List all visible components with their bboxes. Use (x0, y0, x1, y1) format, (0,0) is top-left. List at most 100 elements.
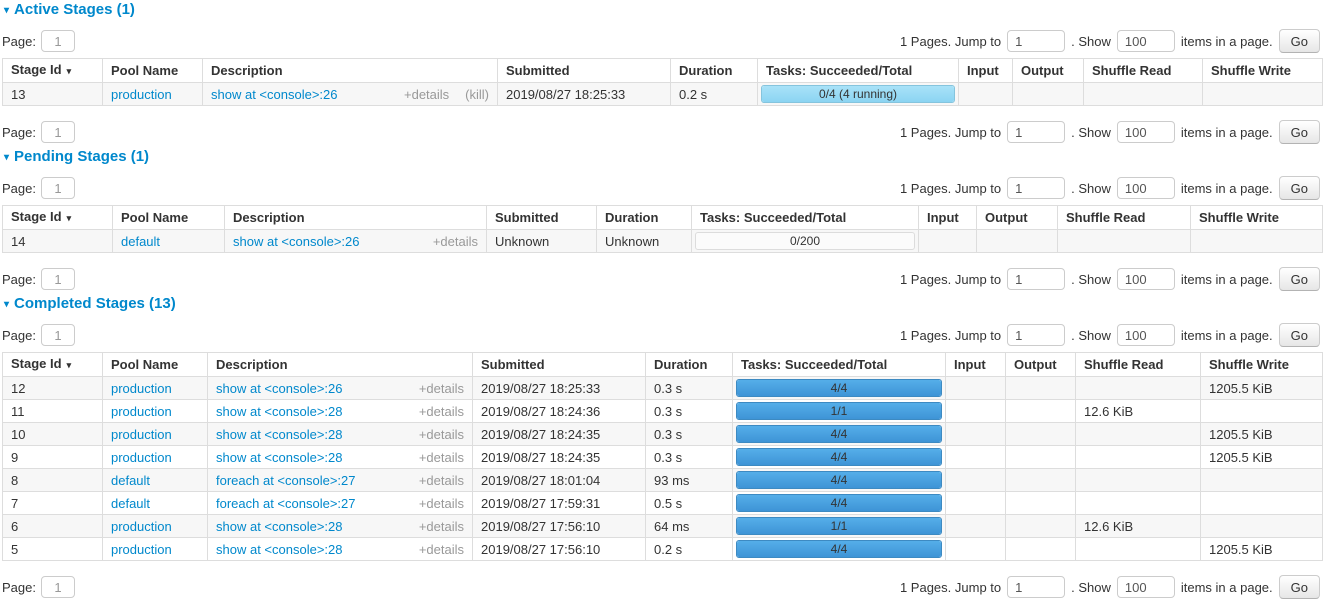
column-header-4[interactable]: Duration (597, 206, 692, 230)
page-number-input[interactable] (41, 268, 75, 290)
shuffle-write-cell: 1205.5 KiB (1201, 446, 1323, 469)
show-items-input[interactable] (1117, 177, 1175, 199)
description-link[interactable]: foreach at <console>:27 (216, 473, 356, 488)
column-header-5[interactable]: Tasks: Succeeded/Total (758, 59, 959, 83)
pool-name-link[interactable]: production (111, 87, 172, 102)
details-toggle[interactable]: +details (419, 496, 464, 511)
column-header-5[interactable]: Tasks: Succeeded/Total (692, 206, 919, 230)
description-link[interactable]: show at <console>:28 (216, 519, 342, 534)
description-link[interactable]: show at <console>:26 (216, 381, 342, 396)
pool-name-link[interactable]: production (111, 381, 172, 396)
go-button[interactable]: Go (1279, 120, 1320, 144)
output-cell (1006, 492, 1076, 515)
jump-to-page-input[interactable] (1007, 30, 1065, 52)
column-header-6[interactable]: Input (946, 353, 1006, 377)
jump-to-page-input[interactable] (1007, 177, 1065, 199)
column-header-7[interactable]: Output (977, 206, 1058, 230)
column-header-7[interactable]: Output (1006, 353, 1076, 377)
page-number-input[interactable] (41, 576, 75, 598)
description-link[interactable]: show at <console>:28 (216, 427, 342, 442)
column-header-8[interactable]: Shuffle Read (1058, 206, 1191, 230)
pool-name-link[interactable]: production (111, 404, 172, 419)
column-header-8[interactable]: Shuffle Read (1084, 59, 1203, 83)
go-button[interactable]: Go (1279, 267, 1320, 291)
shuffle-write-cell (1201, 515, 1323, 538)
page-number-input[interactable] (41, 30, 75, 52)
details-toggle[interactable]: +details (433, 234, 478, 249)
jump-to-page-input[interactable] (1007, 268, 1065, 290)
description-link[interactable]: show at <console>:28 (216, 404, 342, 419)
pool-name-link[interactable]: production (111, 450, 172, 465)
description-link[interactable]: show at <console>:28 (216, 542, 342, 557)
page-number-input[interactable] (41, 177, 75, 199)
kill-link[interactable]: (kill) (465, 87, 489, 102)
go-button[interactable]: Go (1279, 323, 1320, 347)
collapse-arrow-icon[interactable]: ▾ (4, 152, 9, 163)
input-cell (946, 400, 1006, 423)
pages-jump-label: 1 Pages. Jump to (900, 125, 1001, 140)
pool-name-link[interactable]: default (121, 234, 160, 249)
column-header-6[interactable]: Input (959, 59, 1013, 83)
column-header-9[interactable]: Shuffle Write (1191, 206, 1323, 230)
section-title-link[interactable]: Completed Stages (13) (14, 295, 176, 312)
pool-name-link[interactable]: default (111, 496, 150, 511)
section-title-link[interactable]: Active Stages (1) (14, 1, 135, 18)
show-items-input[interactable] (1117, 121, 1175, 143)
column-header-4[interactable]: Duration (671, 59, 758, 83)
show-items-input[interactable] (1117, 324, 1175, 346)
pool-name-link[interactable]: production (111, 427, 172, 442)
collapse-arrow-icon[interactable]: ▾ (4, 299, 9, 310)
description-link[interactable]: show at <console>:26 (211, 87, 337, 102)
details-toggle[interactable]: +details (419, 519, 464, 534)
column-header-2[interactable]: Description (208, 353, 473, 377)
column-header-0[interactable]: Stage Id▾ (3, 206, 113, 230)
pool-name-link[interactable]: production (111, 519, 172, 534)
details-toggle[interactable]: +details (419, 427, 464, 442)
pool-name-link[interactable]: production (111, 542, 172, 557)
show-items-input[interactable] (1117, 268, 1175, 290)
go-button[interactable]: Go (1279, 176, 1320, 200)
shuffle-write-cell: 1205.5 KiB (1201, 538, 1323, 561)
column-header-0[interactable]: Stage Id▾ (3, 353, 103, 377)
description-link[interactable]: show at <console>:26 (233, 234, 359, 249)
details-toggle[interactable]: +details (419, 450, 464, 465)
column-header-1[interactable]: Pool Name (113, 206, 225, 230)
details-toggle[interactable]: +details (419, 542, 464, 557)
go-button[interactable]: Go (1279, 29, 1320, 53)
column-header-5[interactable]: Tasks: Succeeded/Total (733, 353, 946, 377)
column-header-9[interactable]: Shuffle Write (1201, 353, 1323, 377)
details-toggle[interactable]: +details (419, 404, 464, 419)
page-number-input[interactable] (41, 121, 75, 143)
column-header-2[interactable]: Description (225, 206, 487, 230)
go-button[interactable]: Go (1279, 575, 1320, 599)
description-link[interactable]: foreach at <console>:27 (216, 496, 356, 511)
jump-to-page-input[interactable] (1007, 121, 1065, 143)
column-header-6[interactable]: Input (919, 206, 977, 230)
pool-name-link[interactable]: default (111, 473, 150, 488)
column-header-1[interactable]: Pool Name (103, 353, 208, 377)
column-header-3[interactable]: Submitted (498, 59, 671, 83)
details-toggle[interactable]: +details (404, 87, 449, 102)
input-cell (946, 377, 1006, 400)
column-header-1[interactable]: Pool Name (103, 59, 203, 83)
show-items-input[interactable] (1117, 30, 1175, 52)
column-header-9[interactable]: Shuffle Write (1203, 59, 1323, 83)
column-header-8[interactable]: Shuffle Read (1076, 353, 1201, 377)
jump-to-page-input[interactable] (1007, 324, 1065, 346)
progress-label: 4/4 (737, 449, 941, 466)
details-toggle[interactable]: +details (419, 381, 464, 396)
column-header-0[interactable]: Stage Id▾ (3, 59, 103, 83)
column-header-2[interactable]: Description (203, 59, 498, 83)
column-header-4[interactable]: Duration (646, 353, 733, 377)
jump-to-page-input[interactable] (1007, 576, 1065, 598)
column-header-7[interactable]: Output (1013, 59, 1084, 83)
description-link[interactable]: show at <console>:28 (216, 450, 342, 465)
column-header-3[interactable]: Submitted (473, 353, 646, 377)
collapse-arrow-icon[interactable]: ▾ (4, 5, 9, 16)
completed-stages-table: Stage Id▾Pool NameDescriptionSubmittedDu… (2, 352, 1323, 561)
show-items-input[interactable] (1117, 576, 1175, 598)
page-number-input[interactable] (41, 324, 75, 346)
section-title-link[interactable]: Pending Stages (1) (14, 148, 149, 165)
column-header-3[interactable]: Submitted (487, 206, 597, 230)
details-toggle[interactable]: +details (419, 473, 464, 488)
